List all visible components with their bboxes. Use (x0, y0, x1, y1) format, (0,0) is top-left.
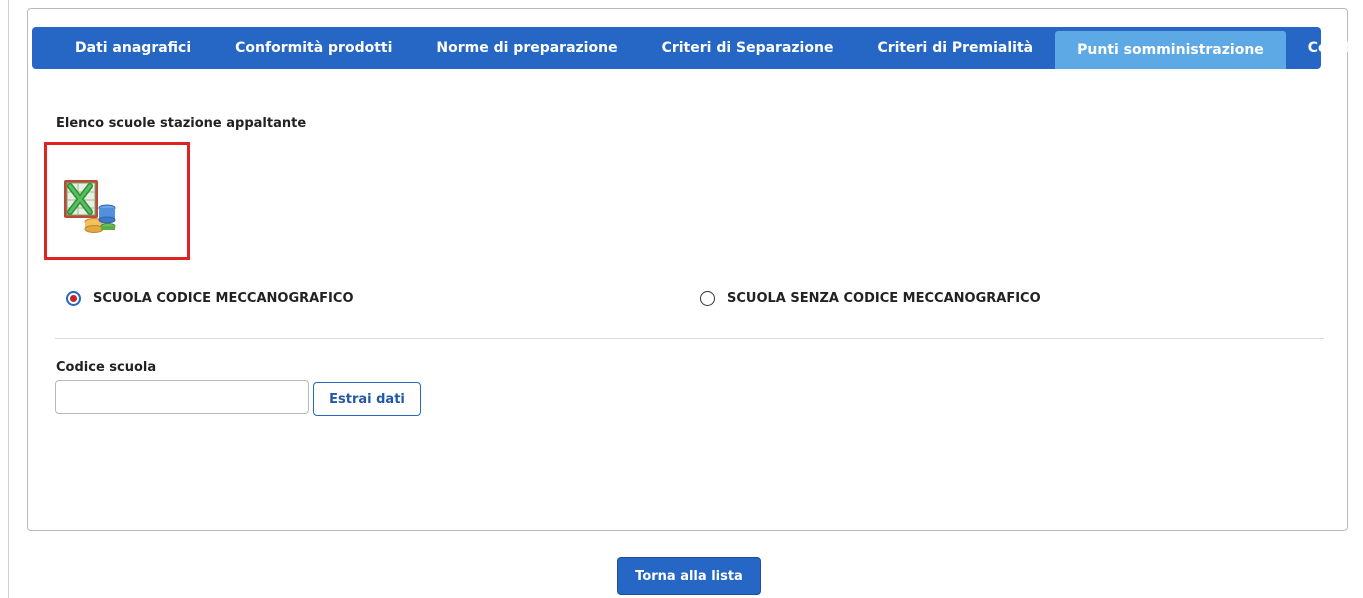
tab-conclusione[interactable]: Conclusione (1286, 27, 1363, 69)
tab-bar: Dati anagrafici Conformità prodotti Norm… (32, 27, 1363, 69)
tab-criteri-di-separazione[interactable]: Criteri di Separazione (640, 27, 856, 69)
form-panel (27, 8, 1348, 531)
tab-criteri-di-premialita[interactable]: Criteri di Premialità (855, 27, 1055, 69)
tab-punti-somministrazione[interactable]: Punti somministrazione (1055, 31, 1286, 69)
torna-alla-lista-button[interactable]: Torna alla lista (617, 557, 761, 595)
codice-scuola-label: Codice scuola (56, 360, 157, 375)
tab-norme-di-preparazione[interactable]: Norme di preparazione (414, 27, 639, 69)
codice-scuola-input[interactable] (55, 380, 309, 414)
page-left-border (8, 0, 9, 598)
estrai-dati-button[interactable]: Estrai dati (313, 382, 421, 416)
radio-button-with-code[interactable] (66, 291, 81, 306)
radio-option-with-code[interactable]: SCUOLA CODICE MECCANOGRAFICO (66, 291, 354, 306)
radio-label-without-code: SCUOLA SENZA CODICE MECCANOGRAFICO (727, 291, 1041, 306)
tab-dati-anagrafici[interactable]: Dati anagrafici (65, 27, 213, 69)
tab-conformita-prodotti[interactable]: Conformità prodotti (213, 27, 414, 69)
excel-database-icon[interactable] (62, 178, 118, 234)
radio-label-with-code: SCUOLA CODICE MECCANOGRAFICO (93, 291, 354, 306)
radio-button-without-code[interactable] (700, 291, 715, 306)
radio-option-without-code[interactable]: SCUOLA SENZA CODICE MECCANOGRAFICO (700, 291, 1041, 306)
divider (55, 338, 1324, 339)
section-title: Elenco scuole stazione appaltante (56, 116, 307, 131)
